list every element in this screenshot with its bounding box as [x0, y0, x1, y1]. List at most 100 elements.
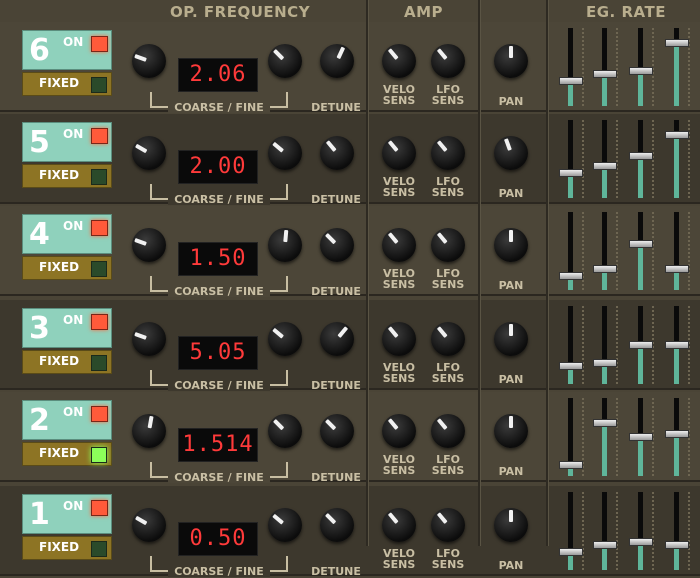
pan-knob[interactable] [494, 228, 528, 262]
fixed-label: FIXED [39, 540, 80, 554]
fixed-button[interactable]: FIXED [22, 350, 112, 374]
eg-rate-slider-handle[interactable] [665, 429, 689, 438]
pan-knob[interactable] [494, 508, 528, 542]
eg-rate-slider-handle[interactable] [559, 461, 583, 469]
pan-knob[interactable] [494, 44, 528, 78]
eg-rate-slider-handle[interactable] [629, 433, 653, 441]
eg-rate-slider-handle[interactable] [665, 541, 689, 549]
on-label: ON [63, 219, 84, 233]
eg-rate-slider-handle[interactable] [629, 341, 653, 349]
eg-rate-slider-track[interactable] [568, 28, 573, 106]
eg-rate-slider-track[interactable] [638, 492, 643, 570]
eg-rate-slider-track[interactable] [638, 212, 643, 290]
eg-rate-slider-handle[interactable] [593, 264, 617, 273]
velo-sens-knob[interactable] [382, 414, 416, 448]
eg-rate-slider-handle[interactable] [559, 548, 583, 556]
operator-on-button[interactable]: 2 ON [22, 400, 112, 440]
eg-rate-slider-handle[interactable] [665, 341, 689, 349]
coarse-knob[interactable] [132, 136, 166, 170]
amp-heading: AMP [404, 3, 444, 21]
detune-knob[interactable] [320, 228, 354, 262]
detune-knob[interactable] [320, 322, 354, 356]
velo-sens-knob[interactable] [382, 136, 416, 170]
eg-rate-slider-handle[interactable] [559, 271, 583, 280]
detune-knob[interactable] [320, 44, 354, 78]
fixed-button[interactable]: FIXED [22, 256, 112, 280]
detune-label: DETUNE [311, 193, 361, 206]
eg-rate-slider-track[interactable] [674, 212, 679, 290]
eg-rate-slider-fill [602, 166, 607, 198]
detune-knob[interactable] [320, 508, 354, 542]
eg-rate-slider-track[interactable] [602, 492, 607, 570]
coarse-knob[interactable] [132, 322, 166, 356]
fine-knob[interactable] [268, 136, 302, 170]
eg-rate-slider-handle[interactable] [629, 66, 653, 75]
velo-sens-knob[interactable] [382, 228, 416, 262]
pan-knob[interactable] [494, 322, 528, 356]
pan-knob[interactable] [494, 136, 528, 170]
fixed-button[interactable]: FIXED [22, 442, 112, 466]
eg-rate-slider-track[interactable] [602, 306, 607, 384]
eg-rate-slider-handle[interactable] [593, 70, 617, 78]
coarse-knob[interactable] [132, 228, 166, 262]
eg-rate-slider-track[interactable] [602, 28, 607, 106]
lfo-sens-knob[interactable] [431, 414, 465, 448]
operator-number: 5 [29, 125, 50, 160]
fine-knob[interactable] [268, 508, 302, 542]
lfo-sens-knob[interactable] [431, 508, 465, 542]
fine-knob[interactable] [268, 44, 302, 78]
lfo-sens-knob[interactable] [431, 44, 465, 78]
eg-rate-slider-track[interactable] [568, 306, 573, 384]
section-divider [546, 0, 548, 546]
operator-on-button[interactable]: 3 ON [22, 308, 112, 348]
lfo-sens-knob[interactable] [431, 322, 465, 356]
coarse-knob[interactable] [132, 44, 166, 78]
detune-knob[interactable] [320, 414, 354, 448]
eg-rate-slider-handle[interactable] [559, 362, 583, 370]
eg-rate-slider-handle[interactable] [629, 240, 653, 248]
header-bar: OP. FREQUENCY AMP EG. RATE [0, 0, 700, 22]
fixed-button[interactable]: FIXED [22, 72, 112, 96]
eg-rate-slider-handle[interactable] [665, 264, 689, 273]
velo-sens-knob[interactable] [382, 322, 416, 356]
fine-knob[interactable] [268, 228, 302, 262]
eg-rate-slider-handle[interactable] [629, 537, 653, 546]
eg-rate-slider-track[interactable] [602, 398, 607, 476]
lfo-sens-knob[interactable] [431, 136, 465, 170]
velo-sens-knob[interactable] [382, 44, 416, 78]
eg-rate-slider-handle[interactable] [629, 151, 653, 160]
coarse-knob[interactable] [132, 508, 166, 542]
sens-label: SENS [431, 278, 465, 291]
eg-rate-slider-handle[interactable] [559, 169, 583, 177]
operator-number: 1 [29, 497, 50, 532]
eg-rate-slider-handle[interactable] [593, 162, 617, 170]
eg-rate-slider-handle[interactable] [559, 77, 583, 85]
fixed-label: FIXED [39, 354, 80, 368]
fixed-button[interactable]: FIXED [22, 536, 112, 560]
operator-on-button[interactable]: 1 ON [22, 494, 112, 534]
eg-rate-slider-track[interactable] [602, 120, 607, 198]
eg-rate-slider-handle[interactable] [665, 38, 689, 47]
sens-label: SENS [382, 372, 416, 385]
operator-on-button[interactable]: 5 ON [22, 122, 112, 162]
eg-rate-slider-handle[interactable] [593, 541, 617, 549]
eg-rate-slider-track[interactable] [602, 212, 607, 290]
slider-scale [652, 492, 654, 570]
operator-on-button[interactable]: 4 ON [22, 214, 112, 254]
fixed-button[interactable]: FIXED [22, 164, 112, 188]
sens-label: SENS [382, 278, 416, 291]
eg-rate-slider-handle[interactable] [593, 419, 617, 427]
eg-rate-slider-handle[interactable] [593, 358, 617, 367]
pan-knob[interactable] [494, 414, 528, 448]
velo-sens-knob[interactable] [382, 508, 416, 542]
fine-knob[interactable] [268, 322, 302, 356]
eg-rate-slider-track[interactable] [674, 492, 679, 570]
operator-on-button[interactable]: 6 ON [22, 30, 112, 70]
coarse-knob[interactable] [132, 414, 166, 448]
eg-rate-slider-handle[interactable] [665, 130, 689, 139]
fine-knob[interactable] [268, 414, 302, 448]
detune-knob[interactable] [320, 136, 354, 170]
eg-rate-slider-track[interactable] [568, 120, 573, 198]
lfo-sens-knob[interactable] [431, 228, 465, 262]
eg-rate-slider-track[interactable] [568, 492, 573, 570]
